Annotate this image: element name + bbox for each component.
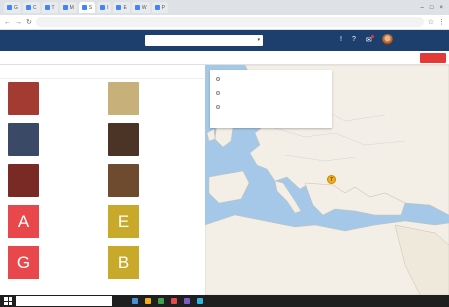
browser-tab[interactable]: T [41,2,58,13]
browser-tab[interactable]: M [59,2,77,13]
browser-tab[interactable]: W [131,2,150,13]
browser-tab-active[interactable]: S [78,2,96,13]
taskbar-apps [132,298,203,304]
list-header [0,65,205,79]
list-item[interactable] [0,161,98,199]
app-icon[interactable] [197,298,203,304]
map-cluster-marker[interactable]: 7 [327,175,336,184]
radio-icon [216,76,220,81]
bell-icon[interactable]: ! [340,36,342,43]
favicon-icon [100,5,106,10]
list-item[interactable]: B [100,243,198,281]
filter-row[interactable] [216,104,326,110]
map-filter-panel [210,70,332,128]
profile-photo [108,123,139,156]
list-item[interactable] [0,120,98,158]
address-bar: ← → ↻ ☆ ⋮ [0,15,449,30]
header-icons: ! ? ✉ [340,34,393,45]
favicon-icon [25,5,31,10]
list-item[interactable] [100,79,198,117]
list-item[interactable] [100,120,198,158]
avatar[interactable] [381,34,393,45]
landmass-ireland [206,128,216,142]
search-input[interactable]: ▾ [145,35,263,46]
close-button[interactable]: × [439,5,443,11]
profile-photo [8,123,39,156]
letter-avatar: E [108,205,139,238]
chevron-down-icon: ▾ [257,37,260,43]
letter-avatar: B [108,246,139,279]
favicon-icon [62,5,68,10]
url-input[interactable] [35,17,424,27]
window-controls: – □ × [421,5,449,11]
notifications-icon[interactable]: ✉ [366,34,374,44]
map-view[interactable]: 7 [205,65,449,295]
favicon-icon [154,5,160,10]
browser-tab[interactable]: I [97,2,112,13]
primary-cta-button[interactable] [420,53,446,63]
back-arrow-icon[interactable]: ← [4,19,11,26]
browser-tab-bar: G C T M S I E W P – □ × [0,0,449,15]
chrome-icon[interactable] [158,298,164,304]
list-item[interactable]: G [0,243,98,281]
app-icon[interactable] [184,298,190,304]
windows-start-icon[interactable] [4,297,12,305]
reload-icon[interactable]: ↻ [26,18,32,26]
favicon-icon [116,5,122,10]
browser-tab[interactable]: E [113,2,130,13]
favicon-icon [44,5,50,10]
list-item[interactable]: A [0,202,98,240]
radio-icon [216,90,220,95]
task-view-icon[interactable] [132,298,138,304]
browser-tab[interactable]: C [22,2,40,13]
star-icon[interactable]: ☆ [428,18,434,26]
list-item[interactable] [0,79,98,117]
profile-photo [108,82,139,115]
forward-arrow-icon[interactable]: → [15,19,22,26]
results-list: A E G B [0,65,205,295]
filter-row[interactable] [216,90,326,96]
filter-row[interactable] [216,76,326,82]
taskbar-search-input[interactable] [16,296,112,306]
profile-photo [108,164,139,197]
letter-avatar: A [8,205,39,238]
maximize-button[interactable]: □ [430,5,434,11]
os-taskbar [0,295,449,307]
nav-links [98,51,178,65]
landmass-iberia [208,170,250,204]
list-item[interactable] [100,161,198,199]
app-header: ▾ ! ? ✉ [0,30,449,51]
favicon-icon [81,5,87,10]
secondary-nav [0,51,449,65]
favicon-icon [134,5,140,10]
minimize-button[interactable]: – [421,5,424,11]
radio-icon [216,104,220,109]
favicon-icon [7,5,12,10]
letter-avatar: G [8,246,39,279]
menu-icon[interactable]: ⋮ [438,18,445,26]
file-explorer-icon[interactable] [145,298,151,304]
profile-photo [8,164,39,197]
app-icon[interactable] [171,298,177,304]
profile-photo [8,82,39,115]
help-icon[interactable]: ? [352,36,356,43]
browser-tab[interactable]: P [151,2,168,13]
browser-tab[interactable]: G [4,2,21,13]
list-item[interactable]: E [100,202,198,240]
